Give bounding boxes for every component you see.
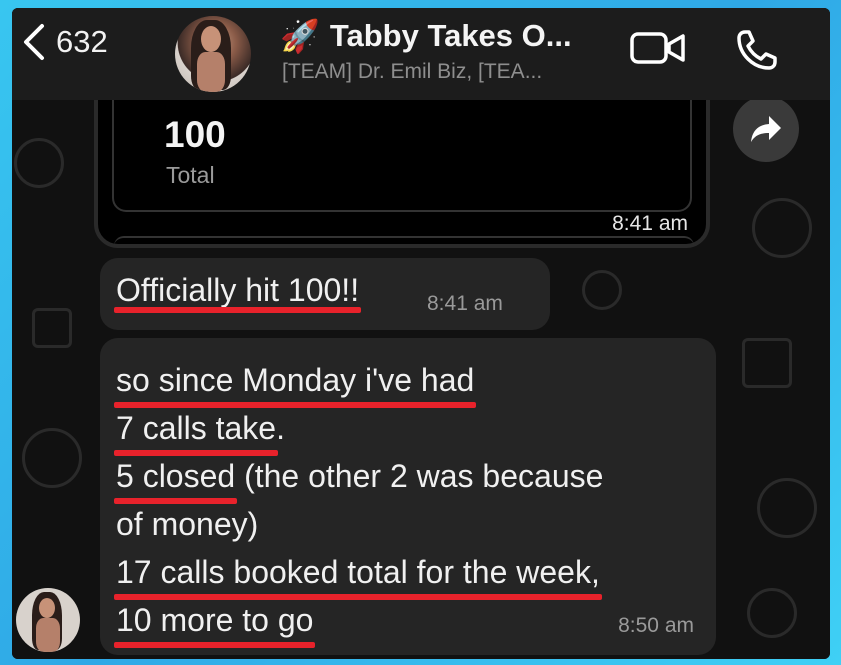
message-text: Officially hit 100!! <box>113 272 362 313</box>
video-call-button[interactable] <box>629 28 687 73</box>
stat-label: Total <box>166 162 215 188</box>
message-line: (the other 2 was because <box>235 458 604 494</box>
video-call-icon <box>630 32 685 64</box>
forward-button[interactable] <box>733 96 799 162</box>
phone-call-button[interactable] <box>735 28 779 77</box>
message-line: of money) <box>116 506 259 542</box>
doodle <box>22 428 82 488</box>
doodle <box>582 270 622 310</box>
doodle <box>32 308 72 348</box>
message-timestamp: 8:50 am <box>618 614 694 637</box>
doodle <box>14 138 64 188</box>
message-line: 5 closed <box>113 452 238 504</box>
message-timestamp: 8:41 am <box>427 292 503 315</box>
doodle <box>747 588 797 638</box>
message-line: 10 more to go <box>113 596 316 648</box>
doodle <box>742 338 792 388</box>
stat-value: 100 <box>164 114 226 155</box>
doodle <box>752 198 812 258</box>
sender-avatar[interactable] <box>16 588 80 652</box>
message-timestamp: 8:41 am <box>612 212 688 235</box>
unread-count: 632 <box>56 24 108 59</box>
rocket-emoji: 🚀 <box>280 18 320 54</box>
forward-arrow-icon <box>751 116 781 142</box>
chevron-left-icon <box>24 24 44 60</box>
doodle <box>757 478 817 538</box>
message-line: so since Monday i've had <box>113 356 477 408</box>
message-line: 17 calls booked total for the week, <box>114 548 602 600</box>
message-line: 7 calls take <box>113 404 279 456</box>
group-avatar[interactable] <box>175 16 251 92</box>
back-button[interactable]: 632 <box>20 22 108 62</box>
message-bubble[interactable]: Officially hit 100!! 8:41 am <box>100 258 550 330</box>
chat-header: 632 🚀 Tabby Takes O... [TEAM] Dr. Emil B… <box>12 8 830 100</box>
chat-title: Tabby Takes O... <box>329 18 572 53</box>
chat-title-block[interactable]: 🚀 Tabby Takes O... [TEAM] Dr. Emil Biz, … <box>280 18 620 84</box>
message-text: so since Monday i've had 7 calls take. 5… <box>113 356 604 648</box>
chat-window: 632 🚀 Tabby Takes O... [TEAM] Dr. Emil B… <box>12 8 830 659</box>
message-bubble[interactable]: so since Monday i've had 7 calls take. 5… <box>100 338 716 655</box>
message-line: . <box>276 410 285 446</box>
chat-subtitle: [TEAM] Dr. Emil Biz, [TEA... <box>282 60 543 83</box>
phone-call-icon <box>737 30 777 70</box>
divider <box>114 236 694 246</box>
